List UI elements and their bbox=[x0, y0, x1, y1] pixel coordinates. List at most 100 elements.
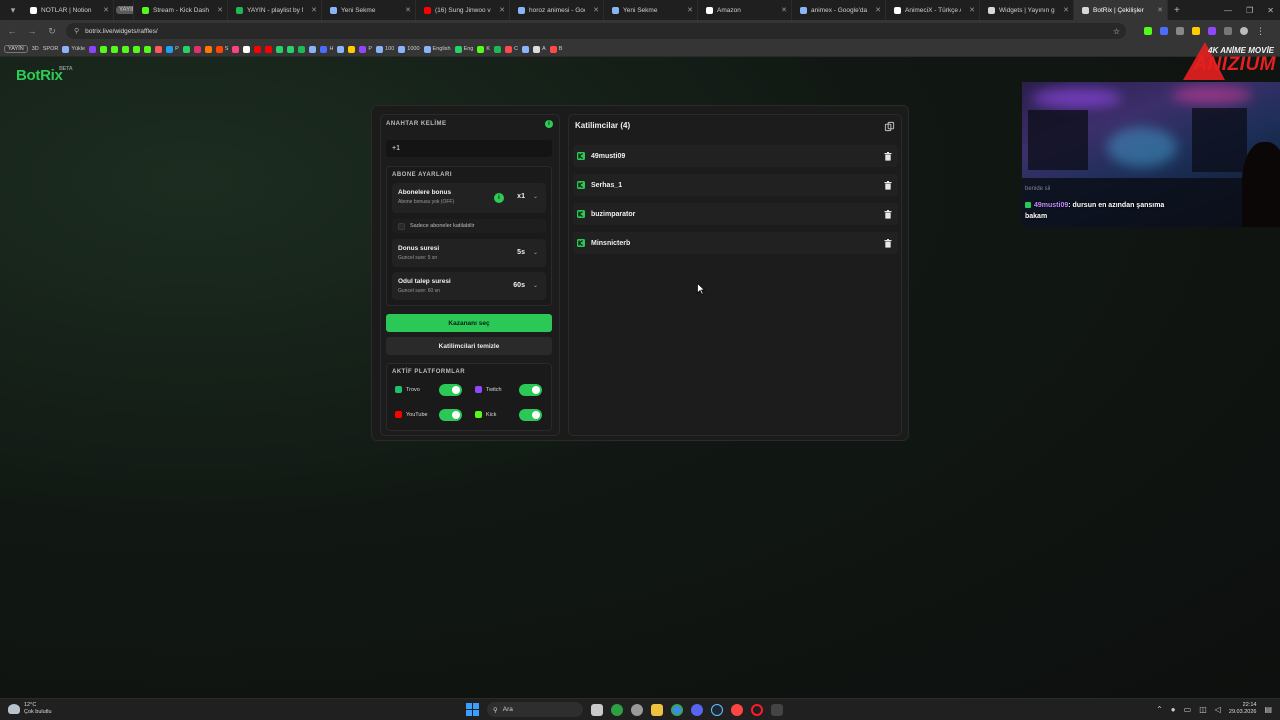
tab-group-label[interactable]: YAYIN bbox=[116, 6, 133, 14]
bookmark-item[interactable]: S bbox=[215, 45, 228, 53]
bookmark-item[interactable] bbox=[232, 45, 240, 53]
file-explorer-icon[interactable] bbox=[651, 703, 663, 716]
keyword-input[interactable]: +1 bbox=[386, 140, 552, 157]
platform-toggle[interactable] bbox=[439, 408, 462, 421]
bookmark-item[interactable]: P bbox=[166, 45, 179, 53]
bookmark-item[interactable]: C bbox=[505, 45, 518, 53]
bookmark-item[interactable]: SPOR bbox=[43, 46, 59, 52]
bookmark-item[interactable] bbox=[89, 45, 97, 53]
bookmark-item[interactable] bbox=[298, 45, 306, 53]
browser-tab[interactable]: Widgets | Yayının gü... ✕ bbox=[980, 0, 1074, 20]
tab-close-icon[interactable]: ✕ bbox=[777, 6, 787, 14]
bookmark-item[interactable]: 1000 bbox=[398, 45, 420, 53]
bookmark-item[interactable]: 100 bbox=[376, 45, 394, 53]
opera-icon[interactable] bbox=[751, 703, 763, 716]
windows-start-icon[interactable] bbox=[466, 703, 479, 716]
battery-icon[interactable]: ▭ bbox=[1184, 705, 1192, 714]
bookmark-star-icon[interactable]: ☆ bbox=[1113, 27, 1120, 36]
browser-tab[interactable]: Yeni Sekme ✕ bbox=[322, 0, 416, 20]
terminal-icon[interactable] bbox=[771, 703, 783, 716]
bookmark-item[interactable] bbox=[122, 45, 130, 53]
trash-icon[interactable] bbox=[884, 180, 892, 190]
bookmark-item[interactable] bbox=[100, 45, 108, 53]
clock[interactable]: 22:14 29.03.2026 bbox=[1229, 702, 1257, 716]
bookmark-item[interactable] bbox=[254, 45, 262, 53]
trash-icon[interactable] bbox=[884, 209, 892, 219]
notification-icon[interactable]: ▤ bbox=[1264, 705, 1272, 714]
bookmark-item[interactable] bbox=[309, 45, 317, 53]
forward-icon[interactable]: → bbox=[26, 26, 38, 36]
new-tab-button[interactable]: + bbox=[1168, 5, 1186, 16]
browser-tab[interactable]: Stream - Kick Dashb... ✕ bbox=[134, 0, 228, 20]
close-window-icon[interactable]: ✕ bbox=[1267, 6, 1274, 15]
site-info-icon[interactable]: ⚲ bbox=[74, 27, 79, 35]
browser-tab[interactable]: AnimeciX - Türkçe An... ✕ bbox=[886, 0, 980, 20]
bookmark-item[interactable] bbox=[522, 45, 530, 53]
network-icon[interactable]: ◫ bbox=[1199, 705, 1207, 714]
trash-icon[interactable] bbox=[884, 151, 892, 161]
tab-close-icon[interactable]: ✕ bbox=[1153, 6, 1163, 14]
tab-close-icon[interactable]: ✕ bbox=[871, 6, 881, 14]
bookmark-item[interactable] bbox=[182, 45, 190, 53]
copy-icon[interactable] bbox=[884, 121, 895, 132]
menu-dots-icon[interactable]: ⋮ bbox=[1256, 26, 1265, 37]
tab-close-icon[interactable]: ✕ bbox=[495, 6, 505, 14]
tab-close-icon[interactable]: ✕ bbox=[213, 6, 223, 14]
bookmark-item[interactable]: K bbox=[477, 45, 490, 53]
extension-icon[interactable] bbox=[1176, 27, 1184, 35]
bookmark-item[interactable] bbox=[287, 45, 295, 53]
xbox-icon[interactable] bbox=[611, 703, 623, 716]
minimize-icon[interactable]: — bbox=[1224, 6, 1232, 15]
tab-close-icon[interactable]: ✕ bbox=[99, 6, 109, 14]
bookmark-item[interactable] bbox=[111, 45, 119, 53]
steam-icon[interactable] bbox=[711, 703, 723, 716]
bookmark-item[interactable]: A bbox=[533, 45, 546, 53]
tab-close-icon[interactable]: ✕ bbox=[965, 6, 975, 14]
url-field[interactable]: ⚲ botrix.live/widgets/raffles/ ☆ bbox=[66, 23, 1126, 39]
browser-tab[interactable]: NOTLAR | Notion ✕ bbox=[22, 0, 114, 20]
bookmark-item[interactable] bbox=[144, 45, 152, 53]
extension-icon[interactable] bbox=[1192, 27, 1200, 35]
extension-icon[interactable] bbox=[1208, 27, 1216, 35]
trash-icon[interactable] bbox=[884, 238, 892, 248]
microphone-icon[interactable]: ● bbox=[1171, 705, 1176, 714]
tab-close-icon[interactable]: ✕ bbox=[307, 6, 317, 14]
bookmark-item[interactable]: Eng bbox=[454, 45, 473, 53]
weather-widget[interactable]: 12°C Çok bulutlu bbox=[8, 702, 52, 716]
chrome-icon[interactable] bbox=[671, 703, 683, 716]
only-subscribers-checkbox[interactable] bbox=[398, 222, 405, 230]
volume-icon[interactable]: ◁ bbox=[1215, 705, 1221, 714]
bookmark-item[interactable] bbox=[265, 45, 273, 53]
bookmark-item[interactable]: B bbox=[549, 45, 562, 53]
bookmark-item[interactable] bbox=[193, 45, 201, 53]
extension-icon[interactable] bbox=[1160, 27, 1168, 35]
botrix-logo[interactable]: BotRix BETA bbox=[16, 66, 73, 84]
bookmark-item[interactable] bbox=[204, 45, 212, 53]
bonus-info-icon[interactable]: i bbox=[494, 193, 504, 203]
bookmark-item[interactable] bbox=[348, 45, 356, 53]
bonus-multiplier-select[interactable]: x1 ⌄ bbox=[517, 193, 538, 200]
discord-icon[interactable] bbox=[691, 703, 703, 716]
bookmark-item[interactable] bbox=[494, 45, 502, 53]
task-view-icon[interactable] bbox=[591, 703, 603, 716]
browser-tab[interactable]: YAYIN - playlist by M... ✕ bbox=[228, 0, 322, 20]
bookmark-item[interactable] bbox=[133, 45, 141, 53]
tab-close-icon[interactable]: ✕ bbox=[401, 6, 411, 14]
taskbar-search[interactable]: ⚲ Ara bbox=[487, 702, 583, 717]
platform-toggle[interactable] bbox=[439, 383, 462, 396]
browser-tab[interactable]: horoz animesi - Goog... ✕ bbox=[510, 0, 604, 20]
keyword-info-icon[interactable]: i bbox=[545, 120, 553, 128]
pick-winner-button[interactable]: Kazananı seç bbox=[386, 314, 552, 332]
browser-tab[interactable]: animex - Google'da A...✕ bbox=[792, 0, 886, 20]
platform-toggle[interactable] bbox=[519, 408, 542, 421]
back-icon[interactable]: ← bbox=[6, 26, 18, 36]
tray-chevron-icon[interactable]: ⌃ bbox=[1156, 705, 1163, 714]
bookmark-item[interactable]: 3D bbox=[32, 46, 39, 52]
only-subscribers-row[interactable]: Sadece aboneler katilabilir bbox=[392, 219, 546, 233]
tab-search-icon[interactable]: ▾ bbox=[4, 0, 22, 20]
platform-toggle[interactable] bbox=[519, 383, 542, 396]
obs-icon[interactable] bbox=[731, 703, 743, 716]
maximize-icon[interactable]: ❐ bbox=[1246, 6, 1253, 15]
tab-close-icon[interactable]: ✕ bbox=[1059, 6, 1069, 14]
browser-tab[interactable]: Yeni Sekme ✕ bbox=[604, 0, 698, 20]
